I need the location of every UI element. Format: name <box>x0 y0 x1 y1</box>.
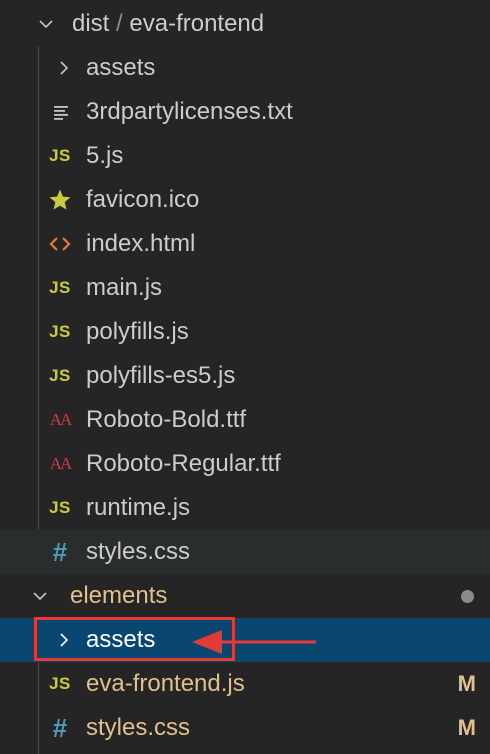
breadcrumb: dist / eva-frontend <box>72 2 264 46</box>
file-label: Roboto-Bold.ttf <box>86 406 247 433</box>
file-polyfills-es5-js[interactable]: JS polyfills-es5.js <box>0 354 490 398</box>
html-icon <box>46 222 74 266</box>
file-polyfills-js[interactable]: JS polyfills.js <box>0 310 490 354</box>
font-icon: AA <box>49 410 73 429</box>
file-label: Roboto-Regular.ttf <box>86 450 281 477</box>
chevron-right-icon[interactable] <box>56 60 72 76</box>
folder-name-eva-frontend: eva-frontend <box>129 10 265 37</box>
file-favicon[interactable]: favicon.ico <box>0 178 490 222</box>
css-icon: # <box>52 536 68 567</box>
file-main-js[interactable]: JS main.js <box>0 266 490 310</box>
file-label: styles.css <box>86 714 191 741</box>
file-5-js[interactable]: JS 5.js <box>0 134 490 178</box>
chevron-down-icon[interactable] <box>38 16 54 32</box>
chevron-down-icon[interactable] <box>32 588 48 604</box>
text-file-icon <box>48 90 76 134</box>
folder-assets[interactable]: assets <box>0 46 490 90</box>
folder-dist-eva-frontend[interactable]: dist / eva-frontend <box>0 2 490 46</box>
file-label: index.html <box>86 230 196 257</box>
annotation-arrow-icon <box>192 630 316 654</box>
modified-dot-icon <box>461 590 474 603</box>
file-runtime-js[interactable]: JS runtime.js <box>0 486 490 530</box>
js-icon: JS <box>49 674 71 693</box>
file-label: polyfills-es5.js <box>86 362 236 389</box>
file-explorer: dist / eva-frontend assets 3rdpartylicen… <box>0 0 490 754</box>
file-label: eva-frontend.js <box>86 670 245 697</box>
star-icon <box>46 178 74 222</box>
file-label: polyfills.js <box>86 318 189 345</box>
js-icon: JS <box>49 498 71 517</box>
folder-elements[interactable]: elements <box>0 574 490 618</box>
file-label: styles.css <box>86 538 191 565</box>
font-icon: AA <box>49 454 73 473</box>
folder-label: elements <box>70 582 168 609</box>
file-label: main.js <box>86 274 163 301</box>
js-icon: JS <box>49 278 71 297</box>
file-styles-css-dist[interactable]: # styles.css <box>0 530 490 574</box>
file-eva-frontend-js[interactable]: JS eva-frontend.js M <box>0 662 490 706</box>
file-label: runtime.js <box>86 494 191 521</box>
js-icon: JS <box>49 146 71 165</box>
file-label: 3rdpartylicenses.txt <box>86 98 293 125</box>
js-icon: JS <box>49 366 71 385</box>
file-roboto-bold[interactable]: AA Roboto-Bold.ttf <box>0 398 490 442</box>
file-index-html[interactable]: index.html <box>0 222 490 266</box>
folder-name-dist: dist <box>72 10 110 37</box>
css-icon: # <box>52 712 68 743</box>
file-label: 5.js <box>86 142 124 169</box>
file-styles-css-elements[interactable]: # styles.css M <box>0 706 490 750</box>
js-icon: JS <box>49 322 71 341</box>
file-label: favicon.ico <box>86 186 200 213</box>
file-3rdpartylicenses[interactable]: 3rdpartylicenses.txt <box>0 90 490 134</box>
git-modified-badge: M <box>457 715 476 740</box>
path-separator: / <box>116 10 123 37</box>
file-label: assets <box>86 54 156 81</box>
git-modified-badge: M <box>457 671 476 696</box>
file-roboto-regular[interactable]: AA Roboto-Regular.ttf <box>0 442 490 486</box>
